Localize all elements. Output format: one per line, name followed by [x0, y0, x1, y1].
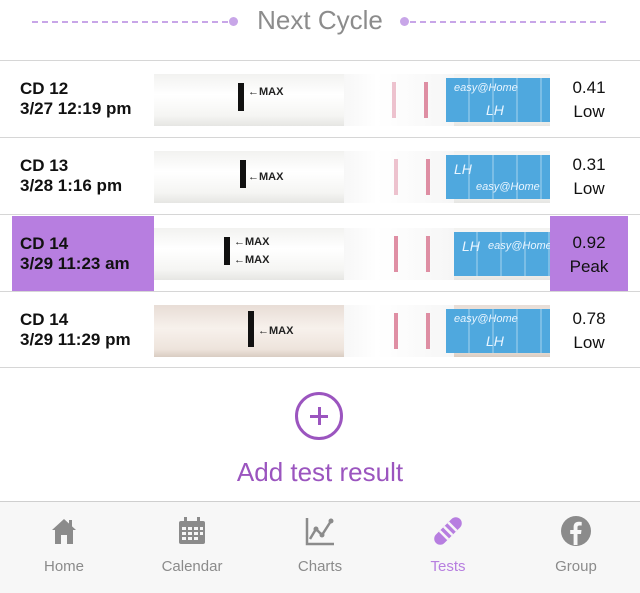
strip-brand-text: easy@Home — [454, 313, 518, 325]
test-result-row[interactable]: CD 13 3/28 1:16 pm ←MAX LH easy@Home 0.3… — [0, 137, 640, 214]
cycle-day: CD 14 — [20, 234, 69, 253]
tab-tests[interactable]: Tests — [384, 502, 512, 593]
test-value-cell: 0.31 Low — [550, 138, 628, 214]
test-strip-icon — [434, 517, 462, 545]
test-result-row[interactable]: CD 12 3/27 12:19 pm ←MAX easy@Home LH 0.… — [0, 60, 640, 137]
test-value-cell: 0.78 Low — [550, 292, 628, 368]
strip-lh-text: LH — [486, 102, 504, 118]
test-datetime: 3/29 11:23 am — [20, 254, 130, 273]
strip-brand-label: easy@Home LH — [446, 309, 550, 353]
tab-home[interactable]: Home — [0, 502, 128, 593]
tab-charts[interactable]: Charts — [256, 502, 384, 593]
strip-brand-text: easy@Home — [488, 240, 550, 252]
header-divider-right — [410, 21, 606, 23]
test-datetime: 3/27 12:19 pm — [20, 99, 132, 118]
tab-group[interactable]: Group — [512, 502, 640, 593]
strip-brand-label: LH easy@Home — [454, 232, 550, 276]
test-level: Peak — [569, 257, 609, 276]
test-value-cell: 0.92 Peak — [550, 216, 628, 292]
strip-lh-text: LH — [462, 238, 480, 254]
test-level: Low — [573, 333, 605, 352]
strip-test-line — [392, 82, 396, 118]
strip-control-line — [426, 236, 430, 272]
test-date-cell: CD 12 3/27 12:19 pm — [12, 61, 154, 137]
test-strip-photo[interactable]: ←MAX easy@Home LH — [154, 74, 550, 126]
chart-icon — [305, 518, 334, 546]
test-ratio: 0.92 — [572, 233, 606, 252]
strip-test-line — [394, 159, 398, 195]
test-ratio: 0.78 — [572, 309, 606, 328]
test-date-cell: CD 14 3/29 11:23 am — [12, 216, 154, 292]
strip-max-label: ←MAX — [248, 86, 284, 98]
strip-paper — [344, 228, 454, 280]
test-date-cell: CD 14 3/29 11:29 pm — [12, 292, 154, 368]
tab-label: Tests — [430, 558, 466, 575]
strip-brand-text: easy@Home — [476, 181, 540, 193]
tab-bar: Home Calendar Charts Tests Group — [0, 501, 640, 593]
strip-control-line — [426, 313, 430, 349]
strip-max-label-2: ←MAX — [234, 254, 270, 266]
test-results-list: CD 12 3/27 12:19 pm ←MAX easy@Home LH 0.… — [0, 60, 640, 368]
strip-max-label: ←MAX — [258, 325, 294, 337]
test-datetime: 3/29 11:29 pm — [20, 330, 131, 349]
strip-max-label: ←MAX — [248, 171, 284, 183]
tab-label: Home — [43, 558, 84, 575]
cycle-day: CD 14 — [20, 310, 69, 329]
strip-control-line — [426, 159, 430, 195]
tab-calendar[interactable]: Calendar — [128, 502, 256, 593]
tab-label: Group — [555, 558, 597, 575]
strip-marker — [238, 83, 244, 111]
strip-max-label: ←MAX — [234, 236, 270, 248]
test-strip-photo[interactable]: ←MAX easy@Home LH — [154, 305, 550, 357]
strip-paper — [344, 305, 454, 357]
test-value-cell: 0.41 Low — [550, 61, 628, 137]
facebook-icon — [561, 516, 591, 546]
strip-paper — [344, 74, 454, 126]
strip-lh-text: LH — [486, 333, 504, 349]
strip-lh-text: LH — [454, 161, 472, 177]
cycle-header: Next Cycle — [0, 0, 640, 44]
strip-test-line — [394, 236, 398, 272]
strip-brand-label: LH easy@Home — [446, 155, 550, 199]
test-result-row-peak[interactable]: CD 14 3/29 11:23 am ←MAX ←MAX LH easy@Ho… — [0, 214, 640, 292]
strip-marker — [224, 237, 230, 265]
tab-label: Charts — [297, 558, 343, 575]
test-ratio: 0.31 — [572, 155, 606, 174]
test-level: Low — [573, 179, 605, 198]
cycle-day: CD 13 — [20, 156, 69, 175]
calendar-icon — [179, 517, 205, 544]
add-test-plus-icon[interactable] — [295, 392, 343, 440]
strip-brand-text: easy@Home — [454, 82, 518, 94]
strip-control-line — [424, 82, 428, 118]
strip-marker — [240, 160, 246, 188]
test-level: Low — [573, 102, 605, 121]
header-dot-right — [400, 17, 409, 26]
strip-brand-label: easy@Home LH — [446, 78, 550, 122]
strip-test-line — [394, 313, 398, 349]
cycle-day: CD 12 — [20, 79, 69, 98]
home-icon — [52, 519, 76, 544]
test-ratio: 0.41 — [572, 78, 606, 97]
add-test-result-button[interactable]: Add test result — [0, 457, 640, 488]
test-strip-photo[interactable]: ←MAX ←MAX LH easy@Home — [154, 228, 550, 280]
strip-marker — [248, 311, 254, 347]
test-result-row[interactable]: CD 14 3/29 11:29 pm ←MAX easy@Home LH 0.… — [0, 291, 640, 368]
test-date-cell: CD 13 3/28 1:16 pm — [12, 138, 154, 214]
tab-label: Calendar — [161, 558, 223, 575]
strip-paper — [344, 151, 454, 203]
test-datetime: 3/28 1:16 pm — [20, 176, 123, 195]
test-strip-photo[interactable]: ←MAX LH easy@Home — [154, 151, 550, 203]
